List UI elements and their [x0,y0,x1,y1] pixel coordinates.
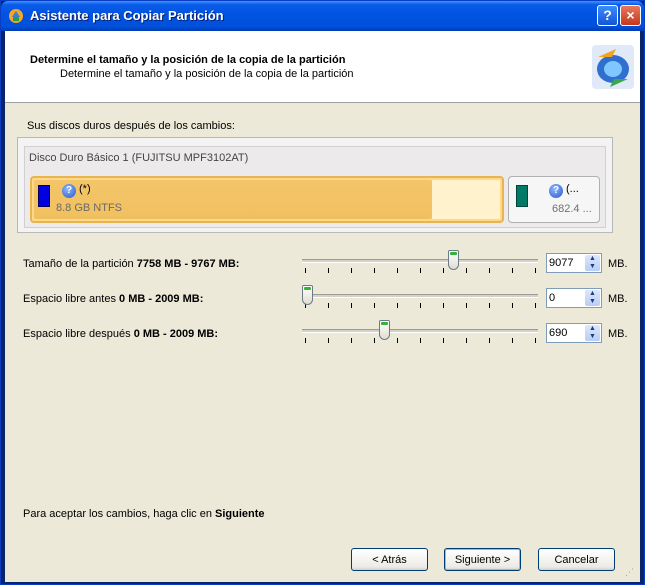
partition-color-swatch [516,185,528,207]
slider-tick [328,338,329,343]
resize-grip-icon[interactable]: ⋰ [625,567,637,579]
wizard-header: Determine el tamaño y la posición de la … [5,31,640,103]
slider-tick [305,268,306,273]
free-before-label: Espacio libre antes 0 MB - 2009 MB: [23,293,203,305]
free-before-slider[interactable] [302,285,538,315]
partition-info: 682.4 ... [552,203,592,215]
slider-tick [328,303,329,308]
slider-tick [512,268,513,273]
slider-tick [443,268,444,273]
slider-tick [512,303,513,308]
help-button[interactable]: ? [597,5,618,26]
slider-tick [466,268,467,273]
slider-tick [374,303,375,308]
cancel-button[interactable]: Cancelar [538,548,615,571]
free-after-label: Espacio libre después 0 MB - 2009 MB: [23,328,218,340]
slider-tick [535,338,536,343]
question-icon: ? [62,184,76,198]
partition-second[interactable]: ? (... 682.4 ... [508,176,600,223]
partition-label: (... [566,183,579,195]
copy-partition-icon [592,45,634,89]
slider-tick [305,338,306,343]
spinner-arrows-icon[interactable]: ▲ ▼ [585,255,600,271]
footer-hint-bold: Siguiente [215,508,265,520]
free-after-input[interactable] [549,326,583,340]
slider-tick [374,268,375,273]
free-after-slider[interactable] [302,320,538,350]
partition-label: (*) [79,183,91,195]
close-button[interactable]: × [620,5,641,26]
partition-size-input[interactable] [549,256,583,270]
dialog-client: Determine el tamaño y la posición de la … [5,31,640,582]
row-range-text: 0 MB - 2009 MB: [119,293,204,305]
row-range-text: 0 MB - 2009 MB: [133,328,219,340]
slider-tick [489,268,490,273]
window-title: Asistente para Copiar Partición [30,8,224,23]
slider-tick [397,338,398,343]
free-before-spinner[interactable]: ▲▼ [546,288,602,308]
partition-info: 8.8 GB NTFS [56,202,123,214]
footer-hint-text: Para aceptar los cambios, haga clic en [23,508,212,520]
slider-tick [420,303,421,308]
next-button[interactable]: Siguiente > [444,548,521,571]
slider-tick [489,338,490,343]
slider-thumb[interactable] [379,320,390,340]
slider-track [302,294,538,298]
row-label-text: Espacio libre antes [23,293,116,305]
question-icon: ? [549,184,563,198]
partition-size-label: Tamaño de la partición 7758 MB - 9767 MB… [23,258,239,270]
slider-track [302,329,538,333]
slider-tick [443,338,444,343]
partition-unused [432,180,500,219]
slider-tick [328,268,329,273]
unit-label: MB. [608,328,628,340]
unit-label: MB. [608,293,628,305]
wizard-window: Asistente para Copiar Partición ? × Dete… [0,0,645,585]
slider-thumb[interactable] [448,250,459,270]
disk-panel: Disco Duro Básico 1 (FUJITSU MPF3102AT) … [24,146,606,228]
slider-tick [397,303,398,308]
title-bar[interactable]: Asistente para Copiar Partición ? × [1,1,644,31]
slider-tick [351,268,352,273]
partition-size-slider[interactable] [302,250,538,280]
slider-thumb[interactable] [302,285,313,305]
spinner-arrows-icon[interactable]: ▲ ▼ [585,325,600,341]
unit-label: MB. [608,258,628,270]
row-label-text: Tamaño de la partición [23,258,134,270]
slider-ticks [305,338,536,344]
back-button[interactable]: < Atrás [351,548,428,571]
slider-tick [535,303,536,308]
footer-hint: Para aceptar los cambios, haga clic en S… [23,508,265,520]
slider-tick [535,268,536,273]
disk-name: Disco Duro Básico 1 (FUJITSU MPF3102AT) [29,152,249,164]
partition-size-spinner[interactable]: ▲▼ [546,253,602,273]
header-title: Determine el tamaño y la posición de la … [30,54,346,66]
slider-tick [351,303,352,308]
row-range-text: 7758 MB - 9767 MB: [136,258,240,270]
slider-ticks [305,268,536,274]
slider-tick [489,303,490,308]
disk-map: Disco Duro Básico 1 (FUJITSU MPF3102AT) … [17,137,613,233]
slider-track [302,259,538,263]
slider-tick [512,338,513,343]
slider-tick [420,268,421,273]
partition-selected[interactable]: ? (*) 8.8 GB NTFS [30,176,504,223]
slider-tick [420,338,421,343]
slider-tick [374,338,375,343]
app-icon [9,9,23,23]
slider-tick [443,303,444,308]
partition-color-swatch [38,185,50,207]
free-after-spinner[interactable]: ▲▼ [546,323,602,343]
spinner-arrows-icon[interactable]: ▲ ▼ [585,290,600,306]
slider-ticks [305,303,536,309]
slider-tick [351,338,352,343]
slider-tick [466,338,467,343]
disks-caption: Sus discos duros después de los cambios: [27,120,235,132]
header-subtitle: Determine el tamaño y la posición de la … [60,68,354,80]
row-label-text: Espacio libre después [23,328,131,340]
slider-tick [397,268,398,273]
slider-tick [466,303,467,308]
free-before-input[interactable] [549,291,583,305]
